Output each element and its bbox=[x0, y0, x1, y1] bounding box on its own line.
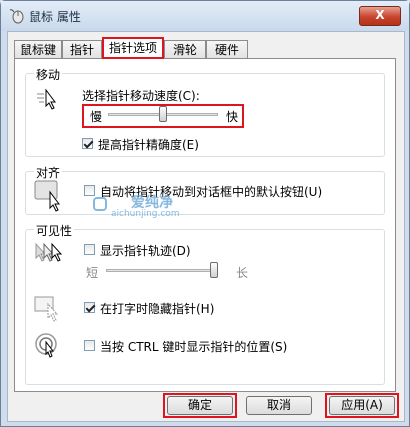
visibility-group-title: 可见性 bbox=[34, 222, 75, 239]
title-bar: 鼠标 属性 X bbox=[1, 1, 409, 31]
show-location-checkbox[interactable] bbox=[84, 340, 95, 351]
tab-wheel[interactable]: 滑轮 bbox=[164, 40, 206, 58]
trails-slider-thumb[interactable] bbox=[210, 262, 218, 278]
visibility-group: 可见性 显示指针轨迹(D) 短 长 在打字时隐藏指针(H) 当按 CTRL 键时… bbox=[25, 222, 385, 385]
close-button[interactable]: X bbox=[359, 6, 401, 26]
watermark-url: aichunjing.com bbox=[111, 209, 180, 219]
precision-checkbox[interactable] bbox=[82, 138, 93, 149]
tab-buttons[interactable]: 鼠标键 bbox=[14, 40, 62, 58]
tab-pointer-options[interactable]: 指针选项 bbox=[102, 37, 164, 59]
speed-slider-thumb[interactable] bbox=[159, 106, 167, 122]
cancel-button[interactable]: 取消 bbox=[246, 396, 312, 415]
apply-button[interactable]: 应用(A) bbox=[329, 396, 395, 415]
pointer-speed-icon bbox=[37, 88, 56, 110]
precision-label: 提高指针精确度(E) bbox=[98, 138, 199, 152]
trails-checkbox[interactable] bbox=[84, 244, 95, 255]
hide-while-typing-label: 在打字时隐藏指针(H) bbox=[100, 302, 215, 316]
speed-label: 选择指针移动速度(C): bbox=[82, 89, 200, 103]
mouse-icon bbox=[9, 9, 24, 24]
show-location-icon bbox=[35, 333, 57, 358]
window-title: 鼠标 属性 bbox=[29, 10, 81, 24]
trails-slider-track[interactable] bbox=[106, 269, 218, 272]
fast-label: 快 bbox=[226, 110, 239, 124]
pointer-trails-icon bbox=[35, 242, 63, 262]
tab-pointers[interactable]: 指针 bbox=[62, 40, 102, 58]
pointer-options-page: 移动 选择指针移动速度(C): 慢 快 提高指针精确度(E) 对齐 自动将指针移… bbox=[14, 58, 396, 392]
show-location-label: 当按 CTRL 键时显示指针的位置(S) bbox=[100, 340, 288, 354]
ok-button[interactable]: 确定 bbox=[167, 396, 233, 415]
short-label: 短 bbox=[86, 266, 99, 280]
hide-while-typing-icon bbox=[34, 296, 59, 322]
snap-checkbox[interactable] bbox=[84, 185, 95, 196]
hide-while-typing-checkbox[interactable] bbox=[84, 302, 95, 313]
watermark-logo-icon bbox=[93, 197, 107, 211]
motion-group-title: 移动 bbox=[34, 66, 63, 83]
snap-to-button-icon bbox=[34, 180, 60, 212]
snap-group-title: 对齐 bbox=[34, 164, 63, 181]
mouse-properties-window: 鼠标 属性 X 鼠标键 指针 指针选项 滑轮 硬件 移动 选择指针移动速度(C)… bbox=[0, 0, 410, 427]
snap-group: 对齐 自动将指针移动到对话框中的默认按钮(U) bbox=[25, 164, 385, 215]
motion-group: 移动 选择指针移动速度(C): 慢 快 提高指针精确度(E) bbox=[25, 66, 385, 157]
long-label: 长 bbox=[236, 266, 249, 280]
slow-label: 慢 bbox=[90, 110, 103, 124]
dialog-client-area: 鼠标键 指针 指针选项 滑轮 硬件 移动 选择指针移动速度(C): 慢 快 提高… bbox=[7, 31, 405, 422]
tab-hardware[interactable]: 硬件 bbox=[206, 40, 248, 58]
trails-label: 显示指针轨迹(D) bbox=[100, 244, 191, 258]
